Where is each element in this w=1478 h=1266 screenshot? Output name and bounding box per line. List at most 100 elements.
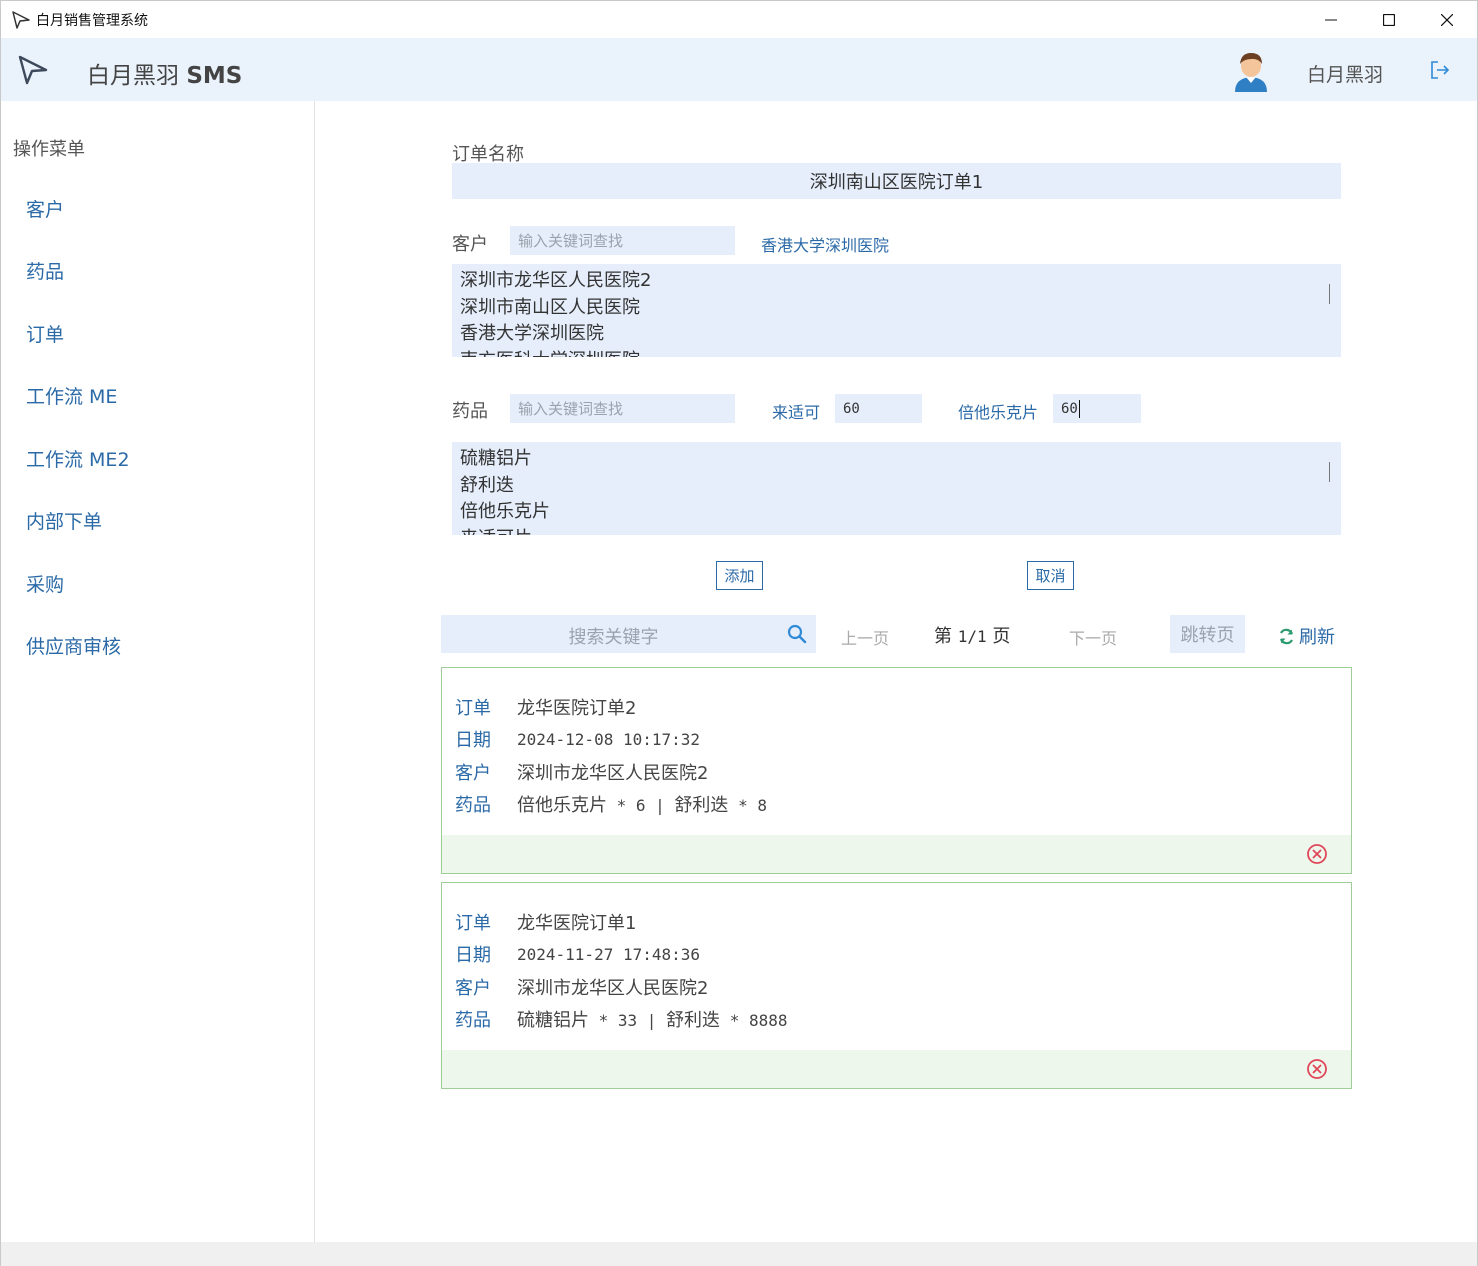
scrollbar[interactable]: [1329, 462, 1330, 482]
refresh-button[interactable]: 刷新: [1278, 623, 1335, 649]
drug-qty: * 8: [728, 796, 767, 815]
list-item[interactable]: 南方医科大学深圳医院: [460, 348, 1341, 358]
maximize-icon: [1383, 13, 1395, 26]
order-row: 订单 龙华医院订单2: [455, 694, 636, 720]
search-icon[interactable]: [787, 624, 807, 644]
order-drugs: 硫糖铝片 * 33 | 舒利迭 * 8888: [517, 1006, 788, 1032]
drug-quantity-input[interactable]: 60: [1053, 394, 1141, 423]
sidebar-item-supplier-review[interactable]: 供应商审核: [26, 632, 121, 659]
text-caret: [1078, 399, 1080, 418]
circle-x-icon[interactable]: [1306, 1058, 1328, 1080]
list-item[interactable]: 深圳市龙华区人民医院2: [460, 268, 1341, 295]
date-row: 日期 2024-12-08 10:17:32: [455, 726, 700, 752]
order-date: 2024-11-27 17:48:36: [517, 944, 701, 964]
scrollbar[interactable]: [1329, 284, 1330, 304]
order-drugs: 倍他乐克片 * 6 | 舒利迭 * 8: [517, 791, 767, 817]
field-key: 客户: [455, 763, 491, 784]
sidebar-item-workflow-me2[interactable]: 工作流 ME2: [26, 445, 130, 472]
menu-title: 操作菜单: [13, 139, 85, 160]
field-key: 客户: [455, 978, 491, 999]
field-key: 订单: [455, 913, 491, 934]
minimize-button[interactable]: [1302, 1, 1360, 38]
date-row: 日期 2024-11-27 17:48:36: [455, 941, 700, 967]
close-button[interactable]: [1418, 1, 1476, 38]
page-indicator: 第 1/1 页: [934, 622, 1010, 648]
customer-row: 客户 深圳市龙华区人民医院2: [455, 759, 708, 785]
title-bar: 白月销售管理系统: [1, 1, 1477, 38]
drug-label: 药品: [452, 401, 488, 422]
brand-suffix: SMS: [186, 63, 243, 89]
field-key: 药品: [455, 795, 491, 816]
page-prefix: 第: [934, 626, 958, 647]
field-key: 日期: [455, 945, 491, 966]
list-item[interactable]: 硫糖铝片: [460, 446, 1341, 473]
app-header: 白月黑羽 SMS 白月黑羽: [1, 38, 1477, 101]
cancel-button[interactable]: 取消: [1027, 561, 1074, 590]
quantity-value: 60: [1061, 400, 1078, 417]
customer-search-input[interactable]: 输入关键词查找: [510, 226, 735, 255]
window-title: 白月销售管理系统: [36, 13, 148, 29]
username: 白月黑羽: [1307, 64, 1384, 86]
logout-icon[interactable]: [1429, 60, 1451, 80]
close-icon: [1441, 13, 1453, 26]
brand-name: 白月黑羽: [87, 63, 187, 89]
order-name-input[interactable]: 深圳南山区医院订单1: [452, 163, 1341, 199]
minimize-icon: [1325, 19, 1337, 20]
order-card: 订单 龙华医院订单2 日期 2024-12-08 10:17:32 客户 深圳市…: [441, 667, 1352, 874]
order-customer: 深圳市龙华区人民医院2: [517, 978, 709, 999]
field-key: 药品: [455, 1010, 491, 1031]
customer-list[interactable]: 深圳市龙华区人民医院2 深圳市南山区人民医院 香港大学深圳医院 南方医科大学深圳…: [452, 264, 1341, 357]
field-key: 日期: [455, 730, 491, 751]
paper-plane-icon: [12, 11, 30, 29]
paper-plane-icon: [18, 55, 48, 85]
selected-drug-name: 倍他乐克片: [958, 403, 1039, 422]
refresh-label: 刷新: [1299, 627, 1335, 648]
drug-search-input[interactable]: 输入关键词查找: [510, 394, 735, 423]
customer-label: 客户: [452, 234, 488, 255]
refresh-icon: [1279, 628, 1294, 644]
next-page-button[interactable]: 下一页: [1069, 625, 1117, 649]
sidebar-item-internal-order[interactable]: 内部下单: [26, 507, 102, 534]
drug-qty: * 8888: [720, 1011, 788, 1030]
drug-quantity-input[interactable]: 60: [835, 394, 922, 423]
list-item[interactable]: 香港大学深圳医院: [460, 321, 1341, 348]
sidebar-item-order[interactable]: 订单: [26, 320, 64, 347]
circle-x-icon[interactable]: [1306, 843, 1328, 865]
sidebar-item-drug[interactable]: 药品: [26, 257, 64, 284]
order-card: 订单 龙华医院订单1 日期 2024-11-27 17:48:36 客户 深圳市…: [441, 882, 1352, 1089]
customer-row: 客户 深圳市龙华区人民医院2: [455, 974, 708, 1000]
drug-name: 舒利迭: [674, 795, 729, 816]
sidebar-item-customer[interactable]: 客户: [26, 195, 64, 222]
order-row: 订单 龙华医院订单1: [455, 909, 636, 935]
list-item[interactable]: 深圳市南山区人民医院: [460, 295, 1341, 322]
list-item[interactable]: 倍他乐克片: [460, 499, 1341, 526]
list-item[interactable]: 舒利迭: [460, 473, 1341, 500]
card-footer: [442, 835, 1351, 873]
order-search-input[interactable]: 搜索关键字: [441, 615, 816, 653]
brand-title: 白月黑羽 SMS: [87, 56, 242, 90]
search-placeholder: 搜索关键字: [568, 627, 659, 648]
jump-page-button[interactable]: 跳转页: [1170, 615, 1245, 653]
user-avatar-icon[interactable]: [1231, 50, 1271, 92]
order-date: 2024-12-08 10:17:32: [517, 729, 701, 749]
order-name: 龙华医院订单1: [517, 913, 637, 934]
drug-name: 硫糖铝片: [517, 1010, 589, 1031]
drug-qty: * 6 |: [607, 796, 675, 815]
page-value: 1/1: [957, 627, 987, 646]
list-item[interactable]: 来适可片: [460, 526, 1341, 536]
selected-drug-name: 来适可: [772, 403, 821, 422]
drug-name: 舒利迭: [666, 1010, 721, 1031]
sidebar: 操作菜单 客户 药品 订单 工作流 ME 工作流 ME2 内部下单 采购 供应商…: [1, 101, 315, 1242]
page-suffix: 页: [986, 626, 1011, 647]
app-window: 白月销售管理系统 白月黑羽 SMS 白月黑羽 操作菜单 客户 药品 订单 工作流…: [0, 0, 1478, 1266]
order-name: 龙华医院订单2: [517, 698, 637, 719]
sidebar-item-purchase[interactable]: 采购: [26, 570, 64, 597]
drug-list[interactable]: 硫糖铝片 舒利迭 倍他乐克片 来适可片: [452, 442, 1341, 535]
maximize-button[interactable]: [1360, 1, 1418, 38]
add-button[interactable]: 添加: [716, 561, 763, 590]
drugs-row: 药品 硫糖铝片 * 33 | 舒利迭 * 8888: [455, 1006, 788, 1032]
sidebar-item-workflow-me[interactable]: 工作流 ME: [26, 382, 117, 409]
order-customer: 深圳市龙华区人民医院2: [517, 763, 709, 784]
prev-page-button[interactable]: 上一页: [841, 625, 889, 649]
status-bar: [1, 1242, 1477, 1266]
